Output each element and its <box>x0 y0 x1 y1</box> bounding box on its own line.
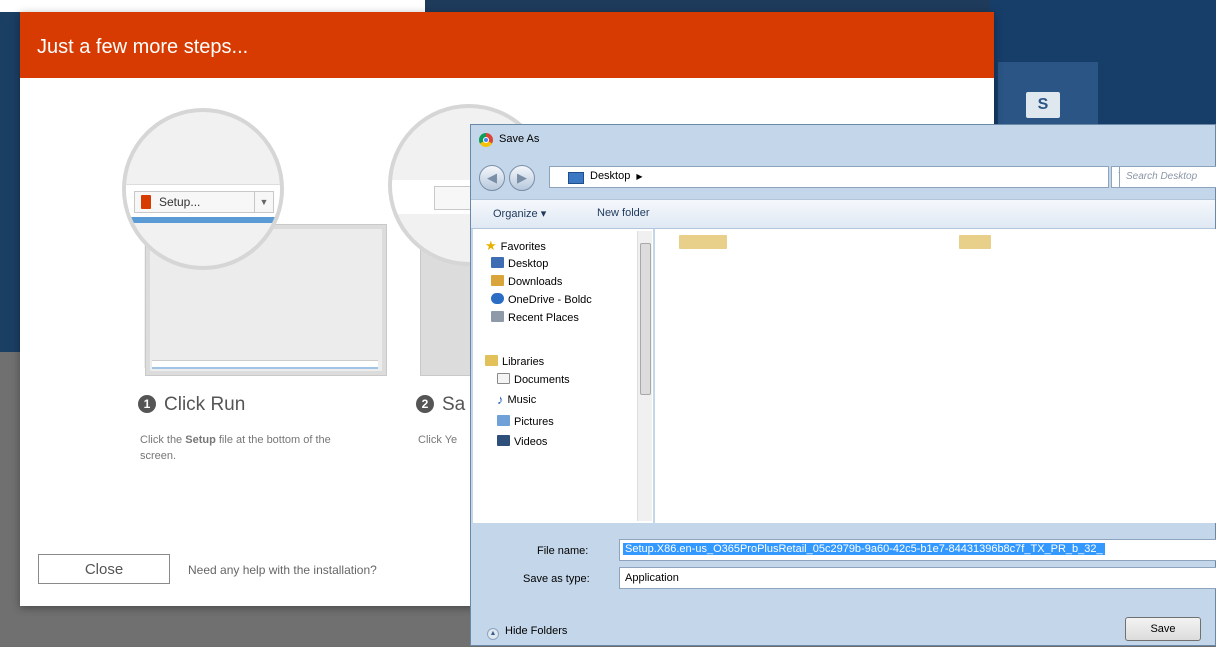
sharepoint-icon: S <box>1026 92 1060 118</box>
step2-number: 2 <box>416 395 434 413</box>
search-placeholder: Search Desktop <box>1126 171 1198 182</box>
dialog-titlebar[interactable]: Save As <box>471 125 1215 153</box>
step1-desc-bold: Setup <box>185 434 216 446</box>
nav-item-recent-places[interactable]: Recent Places <box>491 309 579 327</box>
file-name-label: File name: <box>537 545 589 557</box>
nav-item-label: OneDrive - Boldc <box>508 294 592 306</box>
download-item: Setup... ▼ <box>134 191 274 213</box>
breadcrumb-arrow-icon: ▶ <box>636 172 643 181</box>
nav-item-documents[interactable]: Documents <box>497 371 570 389</box>
installer-title: Just a few more steps... <box>37 36 249 58</box>
download-item-label: Setup... <box>159 195 201 209</box>
libraries-icon <box>485 355 498 366</box>
save-as-dialog: Save As ◀ ▶ Desktop▶ ▼ ↻ Search Desktop … <box>470 124 1216 646</box>
navigation-pane: ★ Favorites Desktop Downloads OneDrive - … <box>473 229 653 523</box>
download-progress-line <box>126 217 280 223</box>
folder-icon[interactable] <box>679 235 727 249</box>
step2-title-text: Sa <box>442 394 466 415</box>
dialog-toolbar: Organize ▾ New folder <box>471 199 1215 229</box>
nav-pane-scroll-thumb[interactable] <box>640 243 651 395</box>
file-list-blank <box>667 249 1207 521</box>
step2-description: Click Ye <box>418 434 458 446</box>
nav-item-downloads[interactable]: Downloads <box>491 273 562 291</box>
step1-title: 1 Click Run <box>138 394 245 416</box>
desktop-folder-icon <box>568 172 584 184</box>
nav-pane-scrollbar[interactable] <box>637 231 652 521</box>
nav-item-libraries[interactable]: Libraries <box>485 353 544 371</box>
nav-item-label: Music <box>507 394 537 406</box>
file-name-input[interactable]: Setup.X86.en-us_O365ProPlusRetail_05c297… <box>619 539 1216 561</box>
save-button[interactable]: Save <box>1125 617 1201 641</box>
new-folder-button[interactable]: New folder <box>597 207 650 219</box>
close-button[interactable]: Close <box>38 554 170 584</box>
desktop-icon <box>491 257 504 268</box>
desktop-top-dark-strip <box>425 0 1005 12</box>
music-icon: ♪ <box>497 392 504 407</box>
nav-item-favorites[interactable]: ★ Favorites <box>485 237 546 255</box>
desktop-left-edge <box>0 12 20 352</box>
file-list-area[interactable] <box>655 229 1216 523</box>
save-as-type-label: Save as type: <box>523 573 590 585</box>
save-as-type-value: Application <box>625 572 679 584</box>
step1-description: Click the Setup file at the bottom of th… <box>140 432 360 464</box>
nav-item-label: Videos <box>514 436 548 448</box>
file-name-value: Setup.X86.en-us_O365ProPlusRetail_05c297… <box>623 543 1105 555</box>
nav-item-music[interactable]: ♪ Music <box>497 391 536 409</box>
videos-icon <box>497 435 510 446</box>
step1-desc-prefix: Click the <box>140 434 186 446</box>
step2-title: 2 Sa <box>416 394 465 416</box>
step1-title-text: Click Run <box>164 394 246 415</box>
nav-item-label: Recent Places <box>508 312 579 324</box>
star-icon: ★ <box>485 238 497 253</box>
back-button[interactable]: ◀ <box>479 165 505 191</box>
documents-icon <box>497 373 510 384</box>
pictures-icon <box>497 415 510 426</box>
folder-icon[interactable] <box>959 235 991 249</box>
address-bar[interactable]: Desktop▶ ▼ <box>549 166 1148 188</box>
forward-button[interactable]: ▶ <box>509 165 535 191</box>
organize-menu[interactable]: Organize ▾ <box>493 207 546 220</box>
office-logo-icon <box>141 195 151 209</box>
chevron-up-icon: ▲ <box>487 628 499 640</box>
nav-item-onedrive[interactable]: OneDrive - Boldc <box>491 291 592 309</box>
downloads-icon <box>491 275 504 286</box>
dialog-title: Save As <box>499 133 540 145</box>
nav-item-label: Desktop <box>508 258 549 270</box>
save-fields: File name: Setup.X86.en-us_O365ProPlusRe… <box>471 525 1216 647</box>
nav-item-pictures[interactable]: Pictures <box>497 413 554 431</box>
installer-header: Just a few more steps... <box>20 12 994 78</box>
nav-item-label: Pictures <box>514 416 554 428</box>
nav-item-desktop[interactable]: Desktop <box>491 255 548 273</box>
recent-places-icon <box>491 311 504 322</box>
nav-item-videos[interactable]: Videos <box>497 433 547 451</box>
chrome-icon <box>479 133 493 147</box>
illustration-taskbar <box>152 360 378 369</box>
nav-item-label: Favorites <box>500 241 546 253</box>
address-breadcrumb-label: Desktop <box>590 170 631 182</box>
installation-help-link[interactable]: Need any help with the installation? <box>188 563 377 577</box>
nav-item-label: Downloads <box>508 276 563 288</box>
download-bar: Setup... ▼ <box>126 184 280 219</box>
onedrive-icon <box>491 293 504 304</box>
hide-folders-label: Hide Folders <box>505 625 568 637</box>
illustration-taskbar-line <box>152 367 378 369</box>
step1-number: 1 <box>138 395 156 413</box>
magnifier-step1: Setup... ▼ <box>122 108 284 270</box>
chevron-down-icon: ▼ <box>254 192 273 212</box>
nav-item-label: Documents <box>514 374 570 386</box>
address-breadcrumb[interactable]: Desktop ▶ <box>590 170 643 182</box>
search-input[interactable]: Search Desktop <box>1119 166 1216 188</box>
save-as-type-select[interactable]: Application <box>619 567 1216 589</box>
hide-folders-button[interactable]: ▲ Hide Folders <box>487 625 567 640</box>
nav-item-label: Libraries <box>502 356 545 368</box>
